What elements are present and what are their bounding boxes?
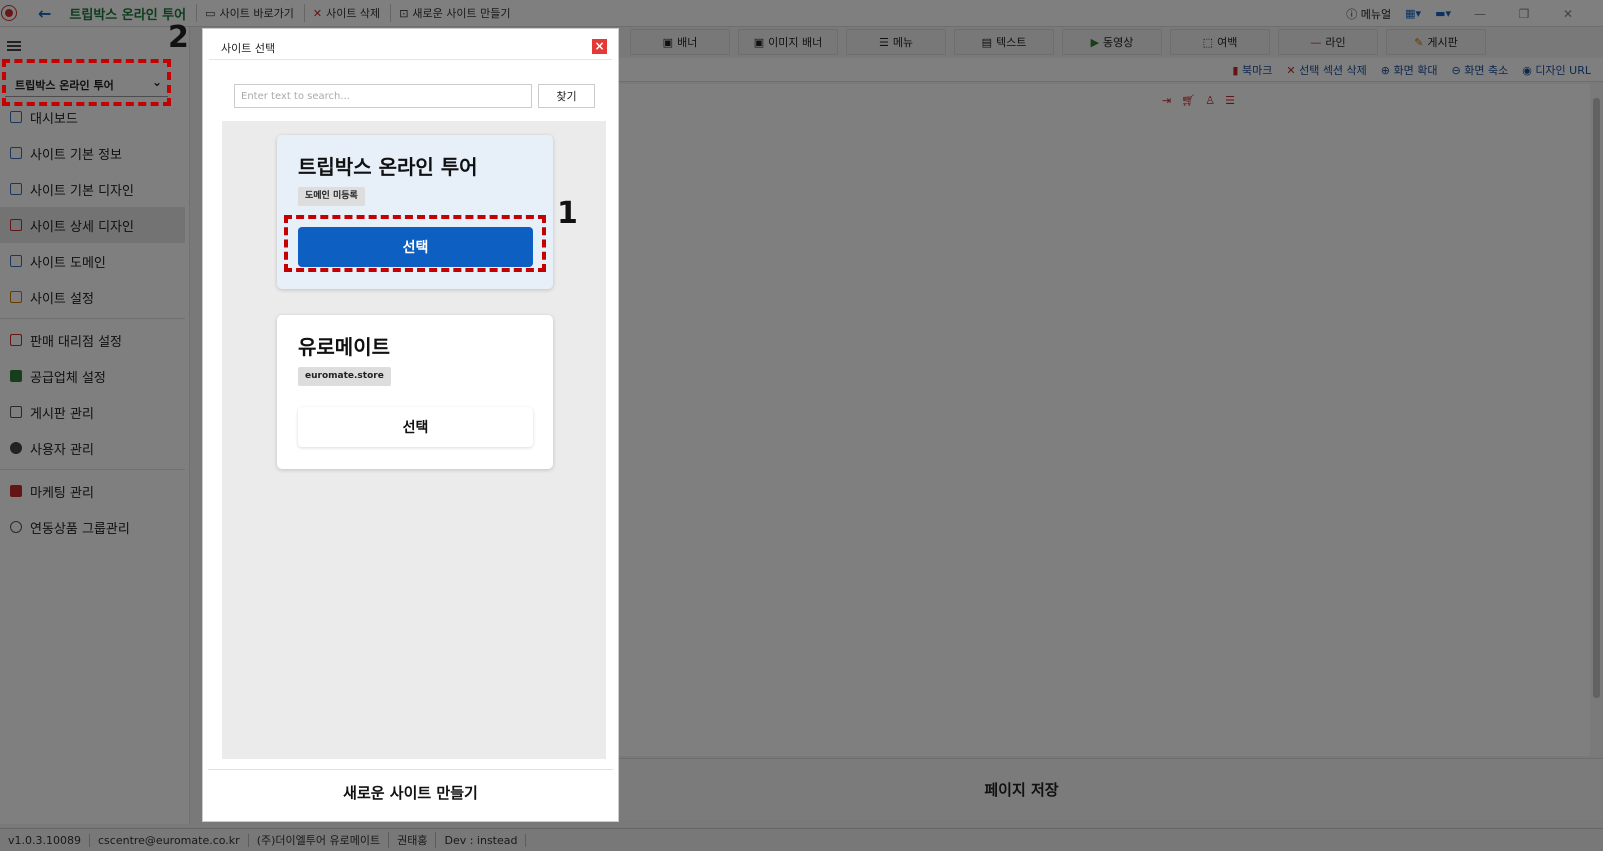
annotation-highlight-site-dropdown [2,59,171,106]
create-new-site-button[interactable]: 새로운 사이트 만들기 [208,769,613,815]
divider [209,59,612,60]
annotation-number-2: 2 [168,20,189,55]
select-site-button[interactable]: 선택 [298,407,533,447]
domain-badge: 도메인 미등록 [298,187,365,206]
annotation-number-1: 1 [557,196,578,231]
modal-title: 사이트 선택 [221,42,276,55]
site-card: 유로메이트 euromate.store 선택 [277,315,553,469]
domain-badge: euromate.store [298,367,391,386]
close-icon[interactable]: × [592,39,607,54]
site-select-modal: 사이트 선택 × 찾기 트립박스 온라인 투어 도메인 미등록 선택 유로메이트… [202,28,619,822]
site-card-name: 유로메이트 [298,335,390,359]
search-input[interactable] [234,84,532,108]
site-card-name: 트립박스 온라인 투어 [298,155,478,179]
search-button[interactable]: 찾기 [538,84,595,108]
annotation-highlight-select [284,215,546,272]
